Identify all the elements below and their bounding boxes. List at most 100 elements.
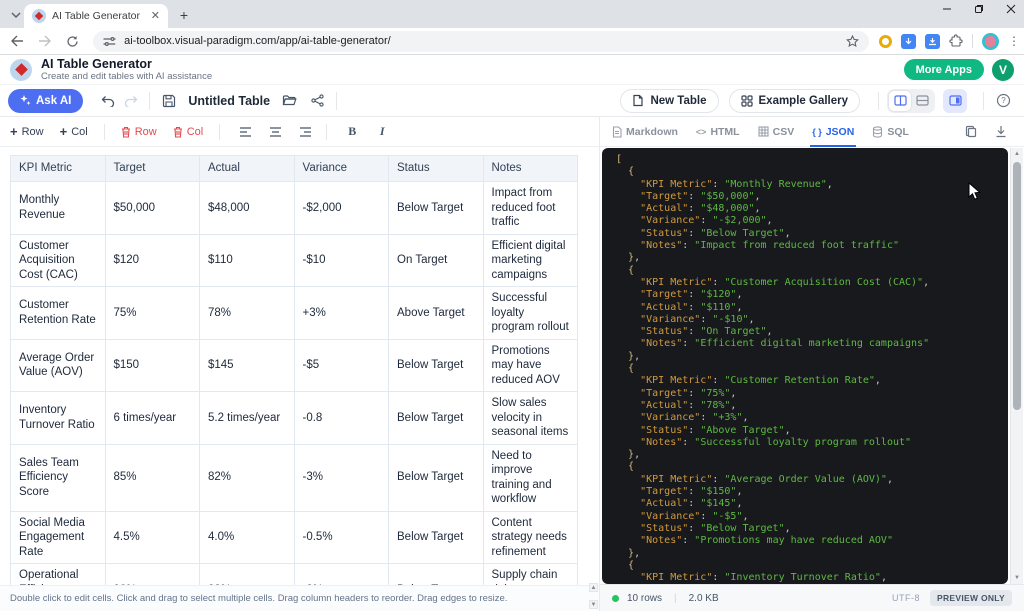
table-cell[interactable]: $145: [200, 339, 295, 392]
table-cell[interactable]: -$5: [294, 339, 389, 392]
table-cell[interactable]: $110: [200, 234, 295, 287]
table-row[interactable]: Monthly Revenue$50,000$48,000-$2,000Belo…: [11, 182, 578, 235]
table-cell[interactable]: -3%: [294, 444, 389, 511]
align-center-icon[interactable]: [266, 123, 284, 141]
table-cell[interactable]: Below Target: [389, 511, 484, 564]
url-input[interactable]: ai-toolbox.visual-paradigm.com/app/ai-ta…: [93, 31, 869, 52]
user-avatar[interactable]: V: [992, 59, 1014, 81]
split-rows-icon[interactable]: [911, 91, 933, 111]
redo-icon[interactable]: [119, 90, 141, 112]
table-cell[interactable]: Below Target: [389, 339, 484, 392]
table-cell[interactable]: -0.8: [294, 392, 389, 445]
table-row[interactable]: Customer Retention Rate75%78%+3%Above Ta…: [11, 287, 578, 340]
scroll-up-icon[interactable]: ▲: [589, 583, 598, 592]
open-folder-icon[interactable]: [278, 90, 300, 112]
table-cell[interactable]: 75%: [105, 287, 200, 340]
align-right-icon[interactable]: [296, 123, 314, 141]
table-cell[interactable]: On Target: [389, 234, 484, 287]
column-header[interactable]: Variance: [294, 156, 389, 182]
example-gallery-button[interactable]: Example Gallery: [729, 89, 861, 113]
new-tab-button[interactable]: +: [176, 7, 192, 23]
table-cell[interactable]: Below Target: [389, 392, 484, 445]
column-header[interactable]: Target: [105, 156, 200, 182]
table-cell[interactable]: 78%: [200, 287, 295, 340]
minimize-button[interactable]: [940, 2, 954, 16]
bookmark-star-icon[interactable]: [846, 35, 859, 48]
table-cell[interactable]: Below Target: [389, 182, 484, 235]
table-cell[interactable]: Customer Acquisition Cost (CAC): [11, 234, 106, 287]
tab-search-chevron-icon[interactable]: [8, 7, 24, 23]
table-cell[interactable]: Successful loyalty program rollout: [483, 287, 578, 340]
document-title[interactable]: Untitled Table: [188, 94, 270, 108]
table-cell[interactable]: 4.5%: [105, 511, 200, 564]
table-cell[interactable]: Below Target: [389, 564, 484, 586]
undo-icon[interactable]: [97, 90, 119, 112]
table-row[interactable]: Inventory Turnover Ratio6 times/year5.2 …: [11, 392, 578, 445]
site-settings-icon[interactable]: [103, 36, 116, 47]
extension-ring-icon[interactable]: [879, 35, 892, 48]
delete-col-button[interactable]: Col: [173, 126, 204, 138]
table-cell[interactable]: Efficient digital marketing campaigns: [483, 234, 578, 287]
table-cell[interactable]: Need to improve training and workflow: [483, 444, 578, 511]
extension-install-icon[interactable]: [925, 34, 940, 49]
table-cell[interactable]: Promotions may have reduced AOV: [483, 339, 578, 392]
table-cell[interactable]: Impact from reduced foot traffic: [483, 182, 578, 235]
help-icon[interactable]: ?: [992, 90, 1014, 112]
scroll-up-icon[interactable]: ▲: [1014, 148, 1020, 160]
add-row-button[interactable]: +Row: [10, 124, 44, 139]
tab-json[interactable]: { } JSON: [812, 117, 854, 147]
back-icon[interactable]: [6, 30, 28, 52]
table-row[interactable]: Customer Acquisition Cost (CAC)$120$110-…: [11, 234, 578, 287]
ask-ai-button[interactable]: Ask AI: [8, 89, 83, 113]
tab-csv[interactable]: CSV: [758, 117, 795, 147]
align-left-icon[interactable]: [236, 123, 254, 141]
left-panel-scrollbar[interactable]: ▲ ▼: [589, 583, 598, 609]
chrome-menu-icon[interactable]: ⋮: [1008, 34, 1020, 48]
code-scrollbar[interactable]: ▲ ▼: [1010, 148, 1023, 584]
json-code[interactable]: [ { "KPI Metric": "Monthly Revenue", "Ta…: [602, 148, 1008, 584]
more-apps-button[interactable]: More Apps: [904, 59, 984, 80]
column-header[interactable]: Notes: [483, 156, 578, 182]
scrollbar-thumb[interactable]: [1013, 162, 1021, 410]
table-cell[interactable]: -$2,000: [294, 182, 389, 235]
table-cell[interactable]: -$10: [294, 234, 389, 287]
table-row[interactable]: Operational Efficiency Score90%88%-2%Bel…: [11, 564, 578, 586]
toggle-right-panel-icon[interactable]: [943, 89, 967, 113]
restore-button[interactable]: [972, 2, 986, 16]
tab-markdown[interactable]: Markdown: [612, 117, 678, 147]
table-cell[interactable]: 88%: [200, 564, 295, 586]
column-header[interactable]: Status: [389, 156, 484, 182]
download-icon[interactable]: [992, 123, 1010, 141]
profile-avatar[interactable]: [982, 33, 999, 50]
table-cell[interactable]: $48,000: [200, 182, 295, 235]
table-cell[interactable]: -2%: [294, 564, 389, 586]
add-col-button[interactable]: +Col: [60, 124, 88, 139]
table-cell[interactable]: 82%: [200, 444, 295, 511]
table-cell[interactable]: 85%: [105, 444, 200, 511]
table-cell[interactable]: Supply chain delays observed: [483, 564, 578, 586]
table-cell[interactable]: Social Media Engagement Rate: [11, 511, 106, 564]
tab-html[interactable]: <> HTML: [696, 117, 740, 147]
table-cell[interactable]: +3%: [294, 287, 389, 340]
table-cell[interactable]: 6 times/year: [105, 392, 200, 445]
scroll-down-icon[interactable]: ▼: [589, 600, 598, 609]
table-cell[interactable]: Customer Retention Rate: [11, 287, 106, 340]
table-cell[interactable]: Slow sales velocity in seasonal items: [483, 392, 578, 445]
table-cell[interactable]: Inventory Turnover Ratio: [11, 392, 106, 445]
close-window-button[interactable]: [1004, 2, 1018, 16]
new-table-button[interactable]: New Table: [620, 89, 718, 113]
split-columns-icon[interactable]: [889, 91, 911, 111]
table-cell[interactable]: Above Target: [389, 287, 484, 340]
table-cell[interactable]: 4.0%: [200, 511, 295, 564]
table-cell[interactable]: $50,000: [105, 182, 200, 235]
forward-icon[interactable]: [34, 30, 56, 52]
column-header[interactable]: KPI Metric: [11, 156, 106, 182]
table-cell[interactable]: Monthly Revenue: [11, 182, 106, 235]
table-cell[interactable]: -0.5%: [294, 511, 389, 564]
tab-sql[interactable]: SQL: [872, 117, 909, 147]
table-cell[interactable]: 90%: [105, 564, 200, 586]
delete-row-button[interactable]: Row: [121, 126, 157, 138]
copy-icon[interactable]: [962, 123, 980, 141]
table-row[interactable]: Sales Team Efficiency Score85%82%-3%Belo…: [11, 444, 578, 511]
extensions-puzzle-icon[interactable]: [949, 34, 963, 48]
